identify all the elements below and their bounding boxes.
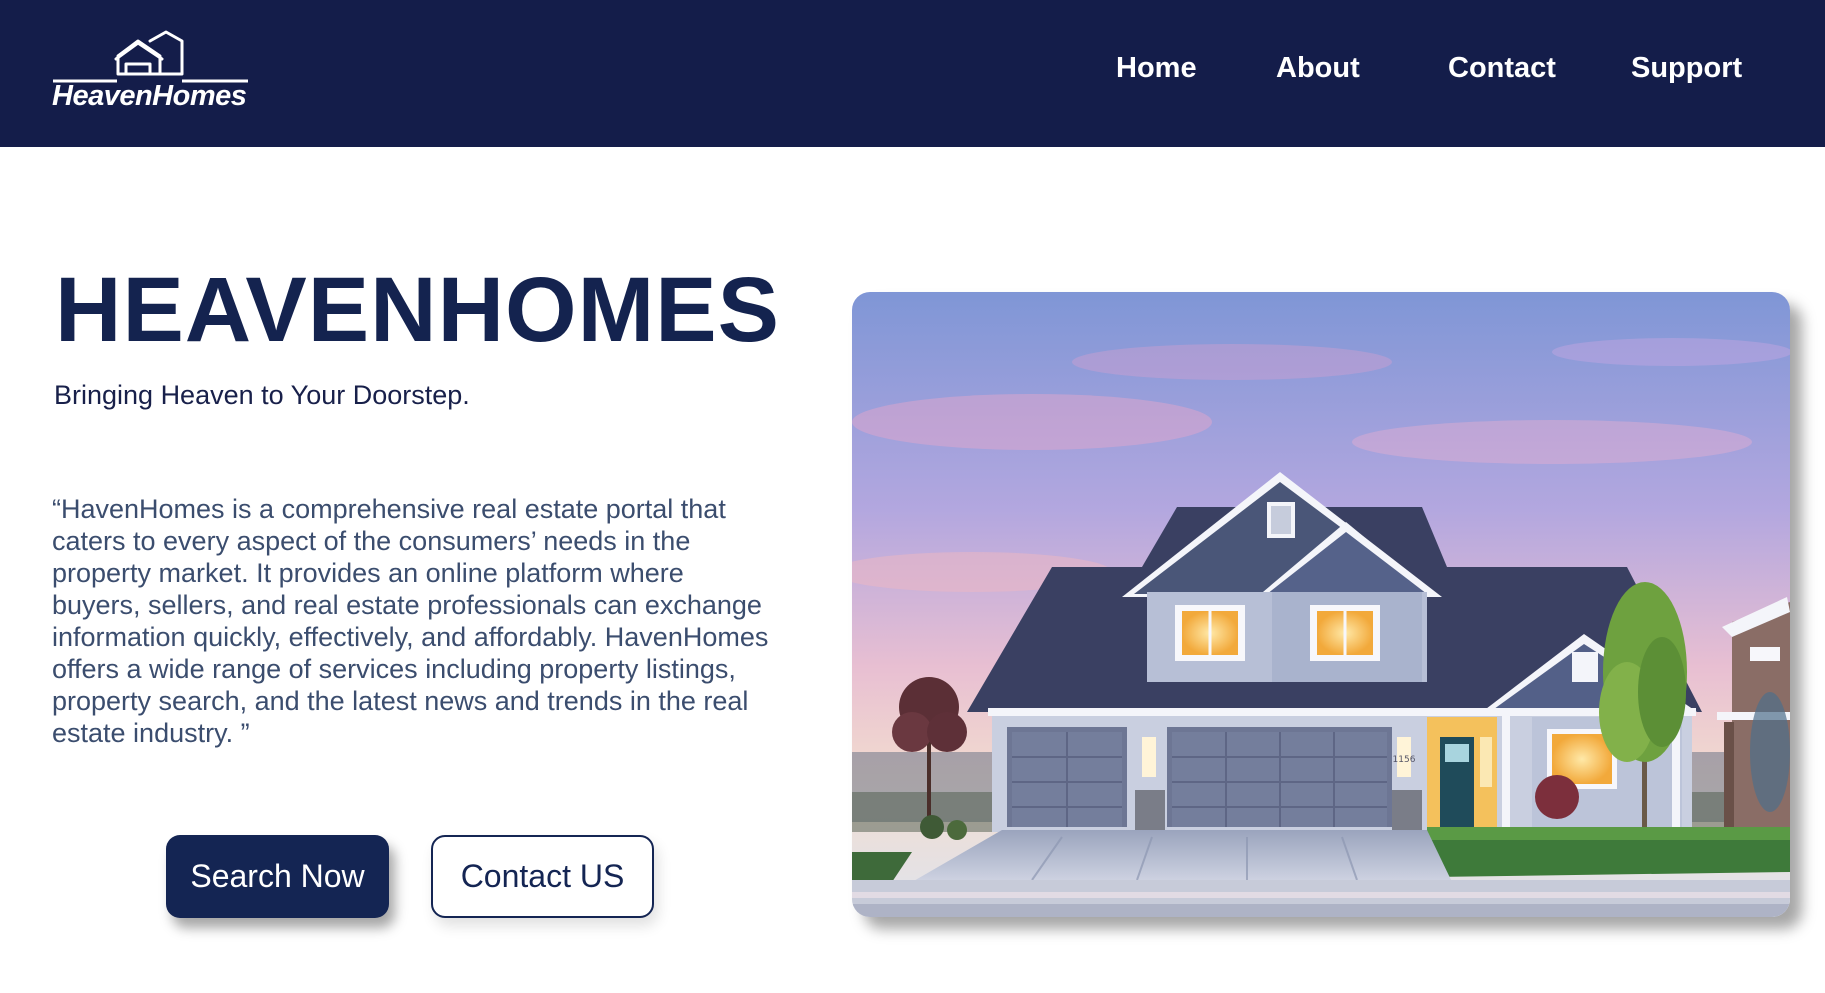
nav-about[interactable]: About: [1276, 52, 1360, 85]
nav-home[interactable]: Home: [1116, 52, 1197, 85]
nav-support[interactable]: Support: [1631, 52, 1742, 85]
contact-us-button[interactable]: Contact US: [431, 835, 654, 918]
house-outline-icon: [53, 30, 248, 83]
search-now-button[interactable]: Search Now: [166, 835, 389, 918]
hero-description: “HavenHomes is a comprehensive real esta…: [52, 494, 769, 748]
navbar: HeavenHomes Home About Contact Support: [0, 0, 1825, 147]
brand-logo[interactable]: HeavenHomes: [50, 26, 250, 118]
hero-house-image: 1156: [852, 292, 1790, 917]
brand-name: HeavenHomes: [52, 80, 247, 112]
house-illustration: 1156: [852, 292, 1790, 917]
house-number-plate: 1156: [1393, 755, 1416, 765]
hero-subtitle: Bringing Heaven to Your Doorstep.: [54, 380, 470, 410]
hero-title: HEAVENHOMES: [55, 259, 780, 361]
nav-contact[interactable]: Contact: [1448, 52, 1556, 85]
